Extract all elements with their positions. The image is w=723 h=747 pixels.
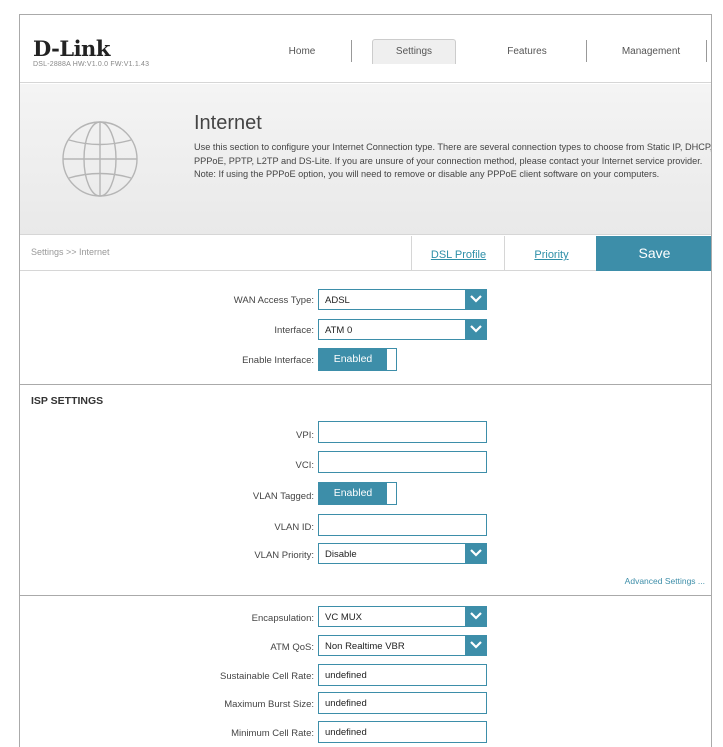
chevron-down-icon [465, 319, 487, 340]
globe-icon [62, 121, 138, 197]
chevron-down-icon [465, 606, 487, 627]
encapsulation-label: Encapsulation: [251, 613, 314, 624]
encapsulation-select[interactable]: VC MUX [318, 606, 487, 627]
interface-select[interactable]: ATM 0 [318, 319, 487, 340]
enable-interface-label: Enable Interface: [242, 355, 314, 366]
enable-interface-toggle[interactable]: Enabled [318, 348, 397, 371]
vlan-id-input[interactable] [318, 514, 487, 536]
atm-qos-label: ATM QoS: [270, 642, 314, 653]
dsl-profile-link[interactable]: DSL Profile [411, 236, 505, 271]
vpi-input[interactable] [318, 421, 487, 443]
nav-settings[interactable]: Settings [372, 46, 456, 57]
chevron-down-icon [465, 635, 487, 656]
toggle-state: Enabled [319, 349, 387, 370]
advanced-settings-link[interactable]: Advanced Settings ... [625, 576, 705, 586]
vci-label: VCI: [295, 460, 314, 471]
wan-access-type-select[interactable]: ADSL [318, 289, 487, 310]
minimum-cell-rate-label: Minimum Cell Rate: [231, 728, 314, 739]
toggle-state: Enabled [319, 483, 387, 504]
nav-home[interactable]: Home [272, 46, 332, 57]
vlan-tagged-toggle[interactable]: Enabled [318, 482, 397, 505]
page-banner: Internet Use this section to configure y… [20, 84, 712, 235]
vlan-id-label: VLAN ID: [274, 522, 314, 533]
page-title: Internet [194, 112, 262, 134]
dlink-logo: D-Link [33, 36, 110, 61]
minimum-cell-rate-input[interactable]: undefined [318, 721, 487, 743]
maximum-burst-size-input[interactable]: undefined [318, 692, 487, 714]
save-button[interactable]: Save [596, 236, 711, 271]
priority-link[interactable]: Priority [504, 236, 598, 271]
maximum-burst-size-label: Maximum Burst Size: [224, 699, 314, 710]
sustainable-cell-rate-label: Sustainable Cell Rate: [220, 671, 314, 682]
vlan-tagged-label: VLAN Tagged: [252, 491, 314, 502]
nav-divider [351, 40, 352, 62]
nav-divider [706, 40, 707, 62]
chevron-down-icon [465, 289, 487, 310]
atm-qos-select[interactable]: Non Realtime VBR [318, 635, 487, 656]
interface-label: Interface: [274, 325, 314, 336]
section-divider [20, 384, 711, 385]
firmware-info: DSL-2888A HW:V1.0.0 FW:V1.1.43 [33, 61, 150, 68]
vlan-priority-label: VLAN Priority: [254, 550, 314, 561]
nav-features[interactable]: Features [492, 46, 562, 57]
sustainable-cell-rate-input[interactable]: undefined [318, 664, 487, 686]
page-description: Use this section to configure your Inter… [194, 142, 712, 180]
breadcrumb: Settings >> Internet [31, 247, 110, 257]
nav-management[interactable]: Management [606, 46, 696, 57]
section-divider [20, 595, 711, 596]
vpi-label: VPI: [296, 430, 314, 441]
router-admin-page: D-Link DSL-2888A HW:V1.0.0 FW:V1.1.43 Ho… [19, 14, 712, 747]
vci-input[interactable] [318, 451, 487, 473]
isp-settings-heading: ISP SETTINGS [31, 395, 104, 407]
chevron-down-icon [465, 543, 487, 564]
wan-access-type-label: WAN Access Type: [233, 295, 314, 306]
vlan-priority-select[interactable]: Disable [318, 543, 487, 564]
nav-divider [586, 40, 587, 62]
top-header: D-Link DSL-2888A HW:V1.0.0 FW:V1.1.43 Ho… [20, 15, 711, 83]
action-bar: Settings >> Internet DSL Profile Priorit… [20, 236, 711, 271]
